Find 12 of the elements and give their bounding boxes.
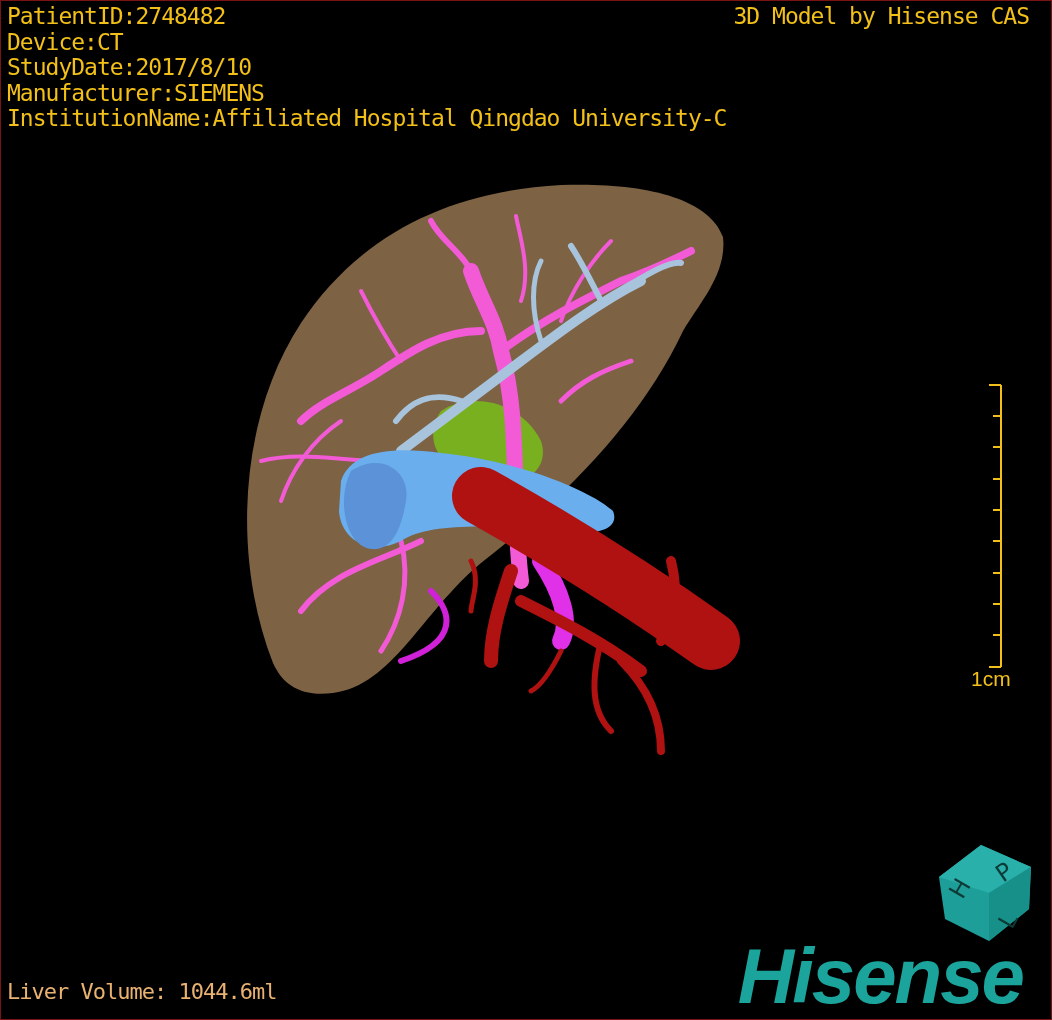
- patient-info-line: StudyDate:2017/8/10: [7, 55, 253, 81]
- patient-info-line: PatientID:2748482: [7, 4, 227, 30]
- scale-label: 1cm: [971, 666, 1011, 692]
- patient-info-line: Device:CT: [7, 29, 124, 55]
- model-credit: 3D Model by Hisense CAS: [733, 4, 1029, 30]
- cube-letter: P: [990, 856, 1019, 888]
- liver-volume-text: Liver Volume: 1044.6ml: [7, 978, 277, 1006]
- patient-info-line: InstitutionName:Affiliated Hospital Qingdao University-C: [7, 106, 727, 132]
- patient-info-line: Manufacturer:SIEMENS: [7, 80, 265, 106]
- orientation-cube[interactable]: H P L: [939, 845, 1031, 941]
- cube-letter: H: [943, 873, 977, 904]
- cube-letter: L: [992, 907, 1024, 934]
